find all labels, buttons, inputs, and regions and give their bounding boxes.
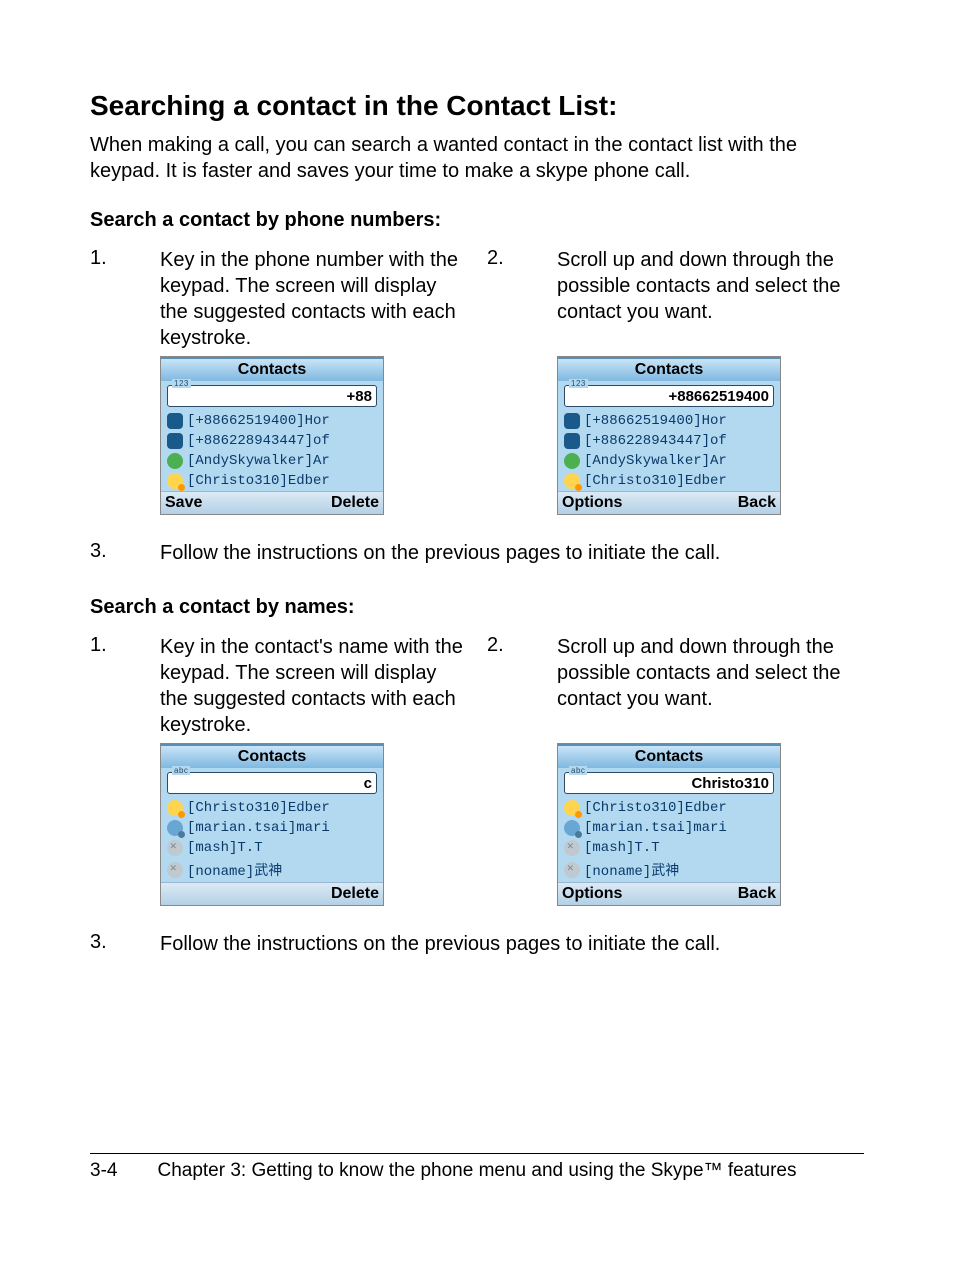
phone-screenshot: Contacts 123 +88662519400 [+88662519400]… [557,356,781,515]
input-value: c [364,775,372,792]
status-dnd-icon [564,820,580,836]
step-number: 1. [90,634,160,738]
status-away-icon [167,473,183,489]
step-number: 2. [487,634,557,738]
status-offline-icon [167,862,183,878]
chapter-label: Chapter 3: Getting to know the phone men… [157,1160,796,1182]
softkey-left[interactable]: Options [562,494,622,512]
input-mode-indicator: 123 [569,379,588,388]
softkey-right[interactable]: Back [738,885,776,903]
search-input[interactable]: abc c [167,772,377,794]
input-mode-indicator: abc [172,766,190,775]
status-away-icon [564,800,580,816]
input-mode-indicator: abc [569,766,587,775]
status-online-icon [167,453,183,469]
contact-text: [AndySkywalker]Ar [187,453,330,469]
step-text: Key in the contact's name with the keypa… [160,634,467,738]
status-dnd-icon [167,820,183,836]
contact-text: [+886228943447]of [584,433,727,449]
step-number: 3. [90,931,160,957]
step-text: Scroll up and down through the possible … [557,247,864,351]
status-offline-icon [167,840,183,856]
contact-list[interactable]: [+88662519400]Hor [+886228943447]of [And… [161,411,383,491]
phone-screenshot: Contacts abc Christo310 [Christo310]Edbe… [557,743,781,906]
contact-text: [+88662519400]Hor [584,413,727,429]
screen-title: Contacts [161,357,383,381]
status-offline-icon [564,840,580,856]
step-text: Key in the phone number with the keypad.… [160,247,467,351]
phone-icon [564,413,580,429]
contact-text: [Christo310]Edber [187,473,330,489]
phone-icon [167,433,183,449]
page-title: Searching a contact in the Contact List: [90,90,864,122]
contact-text: [Christo310]Edber [584,473,727,489]
input-value: Christo310 [691,775,769,792]
page-footer: 3-4 Chapter 3: Getting to know the phone… [90,1153,864,1182]
softkey-right[interactable]: Delete [331,494,379,512]
screen-title: Contacts [161,744,383,768]
contact-list[interactable]: [+88662519400]Hor [+886228943447]of [And… [558,411,780,491]
step-number: 1. [90,247,160,351]
contact-text: [+886228943447]of [187,433,330,449]
contact-text: [mash]T.T [584,840,660,856]
phone-screenshot: Contacts abc c [Christo310]Edber [marian… [160,743,384,906]
softkey-right[interactable]: Delete [331,885,379,903]
phone-icon [564,433,580,449]
contact-text: [marian.tsai]mari [187,820,330,836]
screen-title: Contacts [558,357,780,381]
status-online-icon [564,453,580,469]
softkey-left[interactable]: Options [562,885,622,903]
section-names-heading: Search a contact by names: [90,596,864,619]
step-text: Follow the instructions on the previous … [160,540,720,566]
search-input[interactable]: 123 +88 [167,385,377,407]
section-numbers-heading: Search a contact by phone numbers: [90,209,864,232]
step-text: Scroll up and down through the possible … [557,634,864,738]
status-away-icon [564,473,580,489]
phone-icon [167,413,183,429]
softkey-left[interactable]: Save [165,494,202,512]
input-value: +88662519400 [668,388,769,405]
step-number: 3. [90,540,160,566]
contact-text: [+88662519400]Hor [187,413,330,429]
contact-text: [Christo310]Edber [584,800,727,816]
search-input[interactable]: abc Christo310 [564,772,774,794]
input-mode-indicator: 123 [172,379,191,388]
softkey-right[interactable]: Back [738,494,776,512]
search-input[interactable]: 123 +88662519400 [564,385,774,407]
step-number: 2. [487,247,557,351]
status-away-icon [167,800,183,816]
step-text: Follow the instructions on the previous … [160,931,720,957]
contact-text: [noname]武神 [584,860,679,880]
contact-text: [mash]T.T [187,840,263,856]
contact-list[interactable]: [Christo310]Edber [marian.tsai]mari [mas… [161,798,383,882]
input-value: +88 [347,388,372,405]
phone-screenshot: Contacts 123 +88 [+88662519400]Hor [+886… [160,356,384,515]
page-number: 3-4 [90,1160,117,1182]
screen-title: Contacts [558,744,780,768]
contact-text: [Christo310]Edber [187,800,330,816]
intro-text: When making a call, you can search a wan… [90,132,864,184]
contact-text: [marian.tsai]mari [584,820,727,836]
contact-list[interactable]: [Christo310]Edber [marian.tsai]mari [mas… [558,798,780,882]
contact-text: [AndySkywalker]Ar [584,453,727,469]
contact-text: [noname]武神 [187,860,282,880]
status-offline-icon [564,862,580,878]
